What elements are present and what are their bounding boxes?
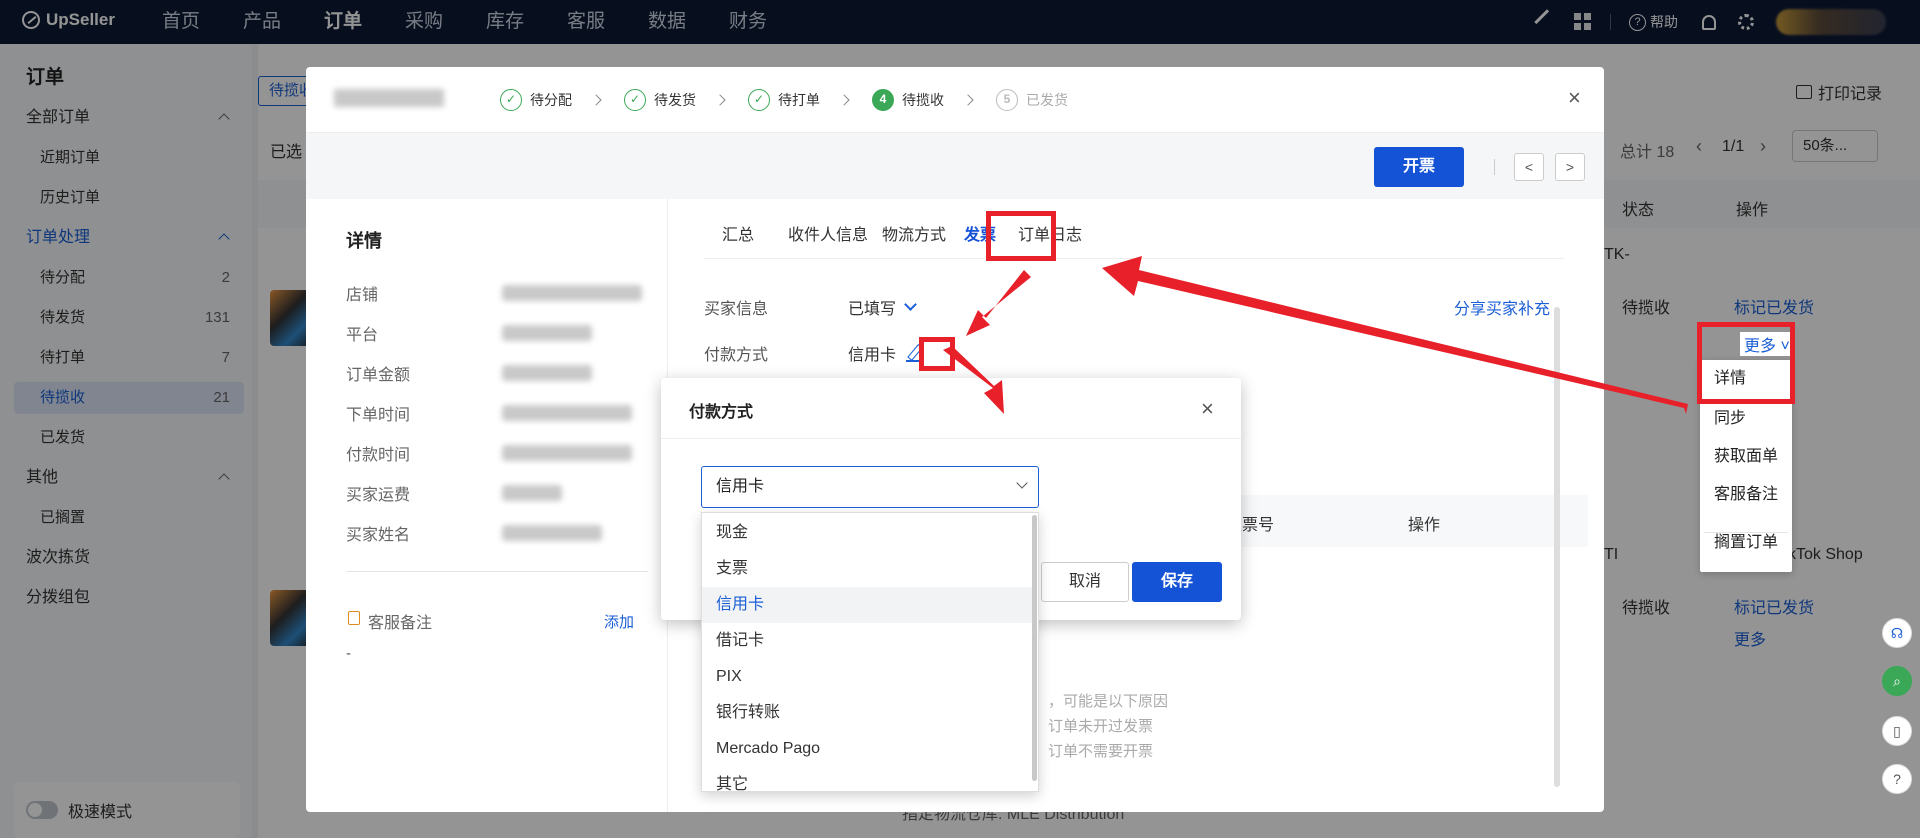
annotation-arrows <box>943 256 1688 414</box>
arrow-to-edit-icon <box>966 270 1031 336</box>
arrow-from-details-to-tab <box>1102 256 1688 414</box>
arrow-to-dialog <box>943 346 1004 414</box>
